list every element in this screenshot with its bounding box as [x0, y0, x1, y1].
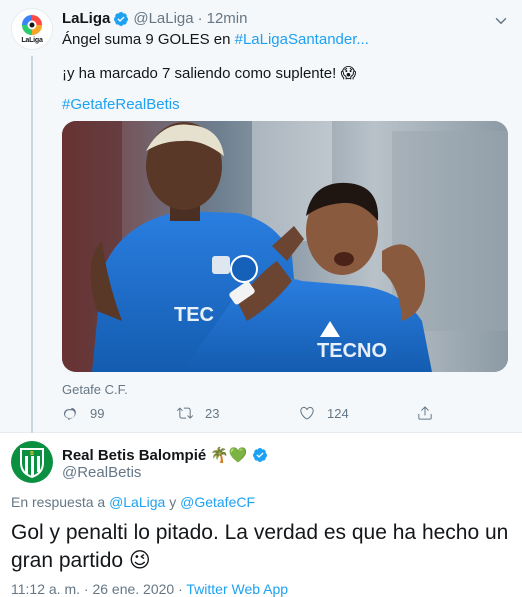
- author-name[interactable]: LaLiga: [62, 10, 110, 27]
- tweet2-text: Gol y penalti lo pitado. La verdad es qu…: [11, 521, 509, 572]
- thread-line: [31, 56, 33, 434]
- media-caption[interactable]: Getafe C.F.: [62, 382, 128, 397]
- quoted-tweet-laliga[interactable]: LaLiga LaLiga @LaLiga · 12min Ángel suma…: [0, 0, 522, 434]
- tweet-photo[interactable]: TEC TECNO: [62, 121, 508, 372]
- retweet-icon: [177, 407, 193, 419]
- tweet1-text-line2: ¡y ha marcado 7 saliendo como suplente! …: [62, 65, 357, 82]
- betis-avatar[interactable]: B: [11, 441, 53, 483]
- tweet1-text-prefix: Ángel suma 9 GOLES en: [62, 31, 235, 48]
- tweet2-meta: 11:12 a. m. · 26 ene. 2020 · Twitter Web…: [11, 581, 288, 597]
- laliga-logo-icon: [21, 14, 43, 36]
- tweet2-source[interactable]: Twitter Web App: [186, 581, 288, 597]
- reply-prefix: En respuesta a: [11, 494, 110, 510]
- hashtag-getaferealbetis[interactable]: #GetafeRealBetis: [62, 96, 180, 113]
- like-action[interactable]: 124: [299, 405, 349, 421]
- retweet-count: 23: [205, 405, 220, 421]
- caret-down-icon[interactable]: [492, 12, 510, 30]
- betis-crest-icon: B: [20, 448, 44, 478]
- author-name[interactable]: Real Betis Balompié: [62, 447, 206, 464]
- tweet1-header: LaLiga @LaLiga · 12min: [62, 10, 247, 27]
- share-action[interactable]: [417, 405, 445, 421]
- author-handle[interactable]: @LaLiga: [133, 10, 193, 27]
- hashtag-laligasantander[interactable]: #LaLigaSantander...: [235, 31, 369, 48]
- reply-context: En respuesta a @LaLiga y @GetafeCF: [11, 494, 255, 510]
- football-players-photo: TEC TECNO: [62, 121, 508, 372]
- reply-and: y: [165, 494, 181, 510]
- svg-text:TEC: TEC: [174, 304, 214, 326]
- verified-icon: [252, 448, 267, 462]
- reply-count: 99: [90, 405, 105, 421]
- like-icon: [300, 406, 314, 420]
- tweet-actions: 99 23 124: [62, 405, 442, 425]
- reply-tweet-betis[interactable]: B Real Betis Balompié 🌴💚 @RealBetis En r…: [0, 433, 522, 597]
- share-icon: [418, 406, 432, 420]
- laliga-avatar[interactable]: LaLiga: [11, 8, 53, 50]
- retweet-action[interactable]: 23: [177, 405, 219, 421]
- reply-action[interactable]: 99: [62, 405, 104, 421]
- laliga-avatar-text: LaLiga: [21, 37, 43, 44]
- mention-laliga[interactable]: @LaLiga: [109, 494, 165, 510]
- like-count: 124: [327, 405, 349, 421]
- tweet-time[interactable]: 12min: [207, 10, 248, 27]
- tweet2-name-row: Real Betis Balompié 🌴💚: [62, 446, 272, 464]
- verified-icon: [114, 11, 129, 26]
- author-handle[interactable]: @RealBetis: [62, 464, 141, 481]
- mention-getafecf[interactable]: @GetafeCF: [180, 494, 255, 510]
- separator-dot: ·: [197, 10, 203, 27]
- svg-text:TECNO: TECNO: [317, 340, 387, 362]
- name-emojis: 🌴💚: [210, 447, 248, 464]
- svg-text:B: B: [30, 451, 34, 457]
- reply-icon: [64, 407, 76, 421]
- tweet1-text-line1: Ángel suma 9 GOLES en #LaLigaSantander..…: [62, 31, 369, 48]
- tweet2-timestamp[interactable]: 11:12 a. m. · 26 ene. 2020 ·: [11, 581, 186, 597]
